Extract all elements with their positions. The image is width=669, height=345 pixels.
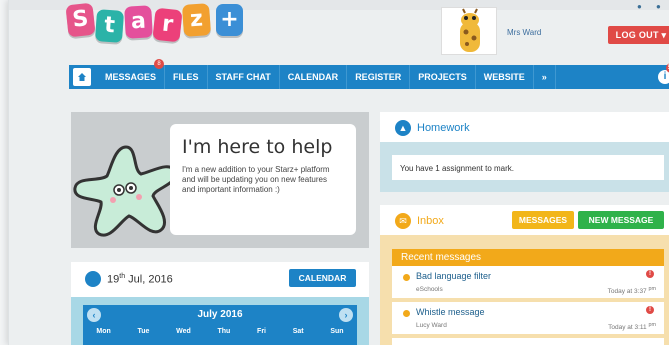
alert-icon: !: [646, 306, 654, 314]
message-subject[interactable]: Bad language filter: [416, 271, 491, 281]
calendar-button[interactable]: CALENDAR: [289, 269, 356, 287]
message-time-ampm: pm: [648, 322, 656, 328]
message-sender: Lucy Ward: [416, 322, 447, 329]
list-item[interactable]: Whistle message Lucy Ward ! Today at 3:1…: [392, 302, 664, 338]
logo-letter: a: [124, 5, 153, 39]
month-title: July 2016: [197, 309, 243, 320]
recent-messages-title: Recent messages: [392, 249, 664, 266]
homework-message[interactable]: You have 1 assignment to mark.: [392, 155, 664, 180]
weekday-row: Mon Tue Wed Thu Fri Sat Sun: [83, 328, 357, 335]
calendar-widget: ‹ July 2016 › Mon Tue Wed Thu Fri Sat Su…: [71, 297, 369, 345]
message-subject[interactable]: Whistle message: [416, 307, 485, 317]
starz-logo[interactable]: S t a r z +: [65, 2, 243, 46]
inbox-title[interactable]: Inbox: [417, 215, 444, 227]
message-time-ampm: pm: [648, 286, 656, 292]
help-panel: I'm here to help I'm a new addition to y…: [71, 112, 369, 248]
message-sender: eSchools: [416, 286, 443, 293]
giraffe-icon: [460, 8, 480, 52]
mascot-star-icon: [73, 145, 177, 237]
messages-badge: 8: [154, 59, 165, 69]
unread-dot-icon: [403, 310, 410, 317]
date-bar: 19th Jul, 2016 CALENDAR: [71, 262, 369, 297]
homework-header: ▲ Homework: [380, 112, 669, 142]
nav-item-projects[interactable]: PROJECTS: [410, 65, 476, 89]
homework-panel: ▲ Homework You have 1 assignment to mark…: [380, 112, 669, 192]
date-day: 19: [107, 273, 120, 286]
logo-letter: t: [94, 9, 125, 43]
unread-dot-icon: [403, 274, 410, 281]
inbox-panel: ✉ Inbox MESSAGES NEW MESSAGE Recent mess…: [380, 205, 669, 345]
logo-letter: z: [181, 3, 212, 37]
alert-icon: !: [646, 270, 654, 278]
nav-label: MESSAGES: [105, 72, 157, 82]
info-button[interactable]: i55: [658, 63, 669, 84]
messages-button[interactable]: MESSAGES: [512, 211, 574, 229]
list-item[interactable]: Bad language filter eSchools ! Today at …: [392, 266, 664, 302]
home-icon: [78, 73, 86, 81]
month-header: ‹ July 2016 › Mon Tue Wed Thu Fri Sat Su…: [83, 305, 357, 345]
logo-plus: +: [216, 4, 243, 36]
weekday-label: Sun: [330, 328, 344, 335]
avatar[interactable]: [441, 7, 497, 55]
page: S t a r z + ● ● Mrs Ward LOG OUT ▾ MESSA…: [8, 0, 669, 345]
home-button[interactable]: [73, 68, 91, 86]
top-icons[interactable]: ● ●: [637, 2, 667, 11]
weekday-label: Mon: [96, 328, 111, 335]
help-text: I'm a new addition to your Starz+ platfo…: [182, 165, 330, 194]
weekday-label: Wed: [176, 328, 191, 335]
nav-item-files[interactable]: FILES: [165, 65, 208, 89]
mortarboard-icon: ▲: [395, 120, 411, 136]
envelope-icon: ✉: [395, 213, 411, 229]
nav-item-register[interactable]: REGISTER: [347, 65, 411, 89]
new-message-button[interactable]: NEW MESSAGE: [578, 211, 664, 229]
weekday-label: Thu: [217, 328, 231, 335]
help-title: I'm here to help: [182, 136, 333, 158]
user-name[interactable]: Mrs Ward: [507, 28, 541, 37]
nav-item-website[interactable]: WEBSITE: [476, 65, 534, 89]
homework-title[interactable]: Homework: [417, 122, 470, 134]
logo-letter: r: [152, 7, 183, 43]
date-rest: Jul, 2016: [125, 273, 173, 286]
nav-more-button[interactable]: »: [534, 65, 556, 89]
weekday-label: Tue: [137, 328, 150, 335]
logout-button[interactable]: LOG OUT ▾: [608, 26, 669, 44]
message-time: Today at 3:11 pm: [608, 322, 656, 331]
next-month-button[interactable]: ›: [339, 308, 353, 322]
message-time-text: Today at 3:37: [607, 288, 647, 296]
main-nav: MESSAGES 8 FILES STAFF CHAT CALENDAR REGI…: [69, 59, 669, 89]
nav-item-messages[interactable]: MESSAGES 8: [97, 59, 166, 89]
inbox-header: ✉ Inbox MESSAGES NEW MESSAGE: [380, 205, 669, 235]
current-date: 19th Jul, 2016: [107, 273, 173, 286]
info-icon: i: [663, 71, 667, 82]
recent-messages: Recent messages Bad language filter eSch…: [392, 249, 664, 345]
nav-item-calendar[interactable]: CALENDAR: [280, 65, 348, 89]
weekday-label: Fri: [257, 328, 266, 335]
logo-letter: S: [65, 2, 96, 38]
weekday-label: Sat: [292, 328, 304, 335]
message-time-text: Today at 3:11: [608, 324, 647, 332]
nav-item-staff-chat[interactable]: STAFF CHAT: [208, 65, 280, 89]
message-time: Today at 3:37 pm: [608, 286, 656, 295]
help-bubble: I'm here to help I'm a new addition to y…: [170, 124, 356, 235]
calendar-icon: [85, 271, 101, 287]
